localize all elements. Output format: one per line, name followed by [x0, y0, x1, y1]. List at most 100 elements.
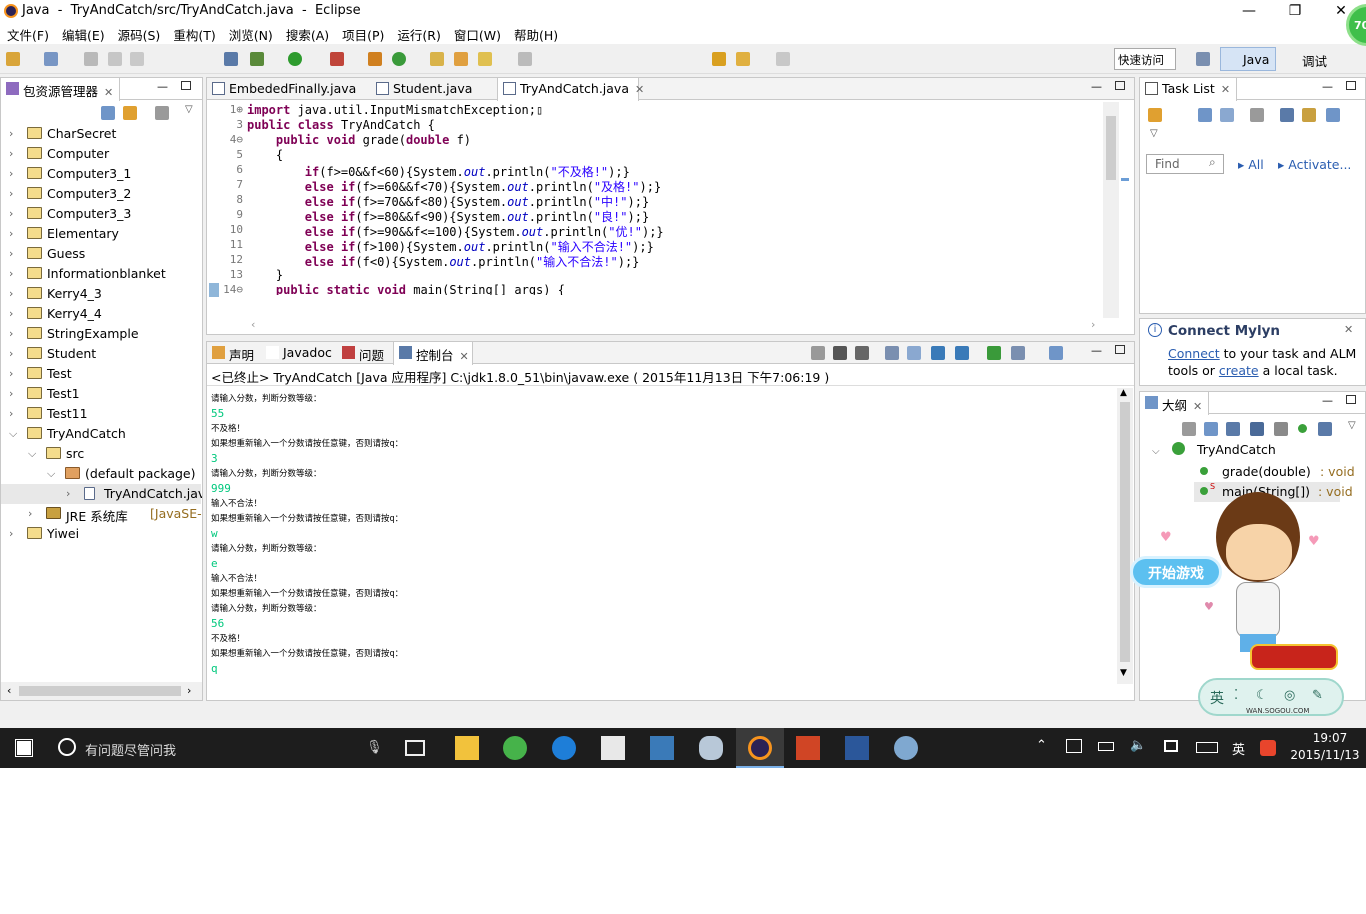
battery-icon[interactable] [1098, 742, 1114, 751]
eclipse-taskbar-button[interactable] [736, 728, 784, 768]
close-icon[interactable]: ✕ [1221, 83, 1230, 96]
new-dropdown-icon[interactable] [44, 52, 58, 66]
outline-method[interactable]: grade(double) : void [1194, 462, 1355, 482]
ime-mode-label[interactable]: 英 [1210, 688, 1224, 708]
minimize-view-icon[interactable]: — [1322, 394, 1333, 407]
scheduled-icon[interactable] [1220, 108, 1234, 122]
categorized-icon[interactable] [1198, 108, 1212, 122]
tree-item[interactable]: › Computer [1, 144, 201, 164]
game-ad-overlay[interactable]: 开始游戏 ♥ ♥ ♥ 英 ⁚ ☾ ◎ ✎ WAN.SOGOU.COM [1128, 484, 1366, 728]
chevron-right-icon[interactable]: › [28, 507, 38, 520]
chevron-right-icon[interactable]: › [9, 267, 19, 280]
tree-item[interactable]: › Test [1, 364, 201, 384]
tree-item[interactable]: › Computer3_1 [1, 164, 201, 184]
remove-all-icon[interactable] [855, 346, 869, 360]
maximize-view-icon[interactable] [1115, 345, 1125, 354]
menu-item[interactable]: 项目(P) [335, 22, 390, 44]
print-icon[interactable] [130, 52, 144, 66]
chevron-right-icon[interactable]: › [9, 247, 19, 260]
open-task-icon[interactable] [454, 52, 468, 66]
moon-icon[interactable]: ☾ [1256, 688, 1268, 703]
sogou-tray-icon[interactable] [1260, 740, 1276, 756]
new-task-icon[interactable] [1148, 108, 1162, 122]
connect-link[interactable]: Connect [1168, 346, 1220, 361]
code-line[interactable]: 6 if(f>=0&&f<60){System.out.println("不及格… [207, 163, 1107, 179]
back-icon[interactable] [736, 52, 750, 66]
tree-item[interactable]: › Computer3_3 [1, 204, 201, 224]
minimize-view-icon[interactable]: — [1322, 80, 1333, 93]
scroll-left-icon[interactable]: ‹ [251, 318, 255, 331]
hide-nonpublic-icon[interactable] [1298, 424, 1307, 433]
wrench-icon[interactable]: ✎ [1312, 688, 1323, 703]
windows-start-icon[interactable] [15, 739, 33, 757]
file-explorer-icon[interactable] [455, 736, 479, 760]
menu-item[interactable]: 运行(R) [390, 22, 446, 44]
code-line[interactable]: 1⊕ import java.util.InputMismatchExceptio… [207, 103, 1107, 118]
chevron-right-icon[interactable]: › [9, 187, 19, 200]
chevron-right-icon[interactable]: › [9, 127, 19, 140]
scroll-thumb[interactable] [19, 686, 181, 696]
chevron-right-icon[interactable]: › [9, 207, 19, 220]
chevron-right-icon[interactable]: › [9, 147, 19, 160]
tree-item[interactable]: › StringExample [1, 324, 201, 344]
collapse-all-icon[interactable] [1326, 108, 1340, 122]
code-line[interactable]: 10 else if(f>=90&&f<=100){System.out.pri… [207, 223, 1107, 239]
chevron-right-icon[interactable]: › [9, 167, 19, 180]
maximize-view-icon[interactable] [1346, 81, 1356, 90]
editor-tab[interactable]: TryAndCatch.java ✕ [497, 78, 644, 101]
hide-completed-icon[interactable] [1280, 108, 1294, 122]
code-line[interactable]: 12 else if(f<0){System.out.println("输入不合… [207, 253, 1107, 269]
chevron-right-icon[interactable]: › [9, 327, 19, 340]
create-link[interactable]: create [1219, 363, 1259, 378]
editor-tab[interactable]: Student.java [371, 78, 491, 100]
perspective-java[interactable]: Java [1220, 47, 1276, 71]
code-line[interactable]: 5 { [207, 148, 1107, 163]
console-tab[interactable]: 控制台 ✕ [393, 342, 473, 365]
chevron-right-icon[interactable]: › [9, 227, 19, 240]
chevron-down-icon[interactable]: ⌵ [47, 467, 57, 481]
skin-icon[interactable]: ◎ [1284, 688, 1295, 703]
code-line[interactable]: 3 public class TryAndCatch { [207, 118, 1107, 133]
store-icon[interactable] [601, 736, 625, 760]
scroll-left-icon[interactable]: ‹ [7, 684, 11, 697]
maximize-view-icon[interactable] [181, 81, 191, 90]
menu-item[interactable]: 编辑(E) [55, 22, 111, 44]
editor-vertical-scrollbar[interactable] [1103, 102, 1119, 318]
tree-item[interactable]: › TryAndCatch.java [1, 484, 202, 504]
console-tab[interactable]: 问题 [337, 342, 393, 364]
save-icon[interactable] [84, 52, 98, 66]
tab-outline[interactable]: 大纲 ✕ [1140, 392, 1210, 415]
tree-item[interactable]: ⌵ (default package) [1, 464, 201, 484]
word-icon[interactable] [845, 736, 869, 760]
collapse-all-icon[interactable] [101, 106, 115, 120]
clock-time[interactable]: 19:07 [1300, 731, 1360, 745]
coverage-icon[interactable] [330, 52, 344, 66]
tree-item[interactable]: › Kerry4_3 [1, 284, 201, 304]
menu-item[interactable]: 浏览(N) [222, 22, 279, 44]
chevron-right-icon[interactable]: › [9, 527, 19, 540]
tree-item[interactable]: › Kerry4_4 [1, 304, 201, 324]
show-hidden-icons[interactable]: ⌃ [1036, 738, 1047, 753]
view-menu-icon[interactable]: ▽ [185, 104, 193, 115]
monitor-app-icon[interactable] [650, 736, 674, 760]
editor-tab[interactable]: EmbededFinally.java [207, 78, 357, 100]
minimize-view-icon[interactable]: — [1091, 344, 1102, 357]
chevron-right-icon[interactable]: › [9, 307, 19, 320]
chevron-down-icon[interactable]: ⌵ [9, 427, 19, 441]
focus-icon[interactable] [1182, 422, 1196, 436]
sync-icon[interactable] [1302, 108, 1316, 122]
display-console-icon[interactable] [1011, 346, 1025, 360]
paint-app-icon[interactable] [699, 736, 723, 760]
hide-local-types-icon[interactable] [1318, 422, 1332, 436]
scroll-right-icon[interactable]: › [187, 684, 191, 697]
scroll-thumb[interactable] [1106, 116, 1116, 180]
scroll-lock-icon[interactable] [885, 346, 899, 360]
annotation-icon[interactable] [518, 52, 532, 66]
chevron-down-icon[interactable]: ⌵ [28, 447, 38, 461]
menu-item[interactable]: 源码(S) [111, 22, 167, 44]
chevron-right-icon[interactable]: › [9, 407, 19, 420]
close-icon[interactable]: ✕ [1193, 400, 1202, 413]
tree-item[interactable]: ⌵ TryAndCatch [1, 424, 201, 444]
new-icon[interactable] [6, 52, 20, 66]
tree-item[interactable]: › Test1 [1, 384, 201, 404]
